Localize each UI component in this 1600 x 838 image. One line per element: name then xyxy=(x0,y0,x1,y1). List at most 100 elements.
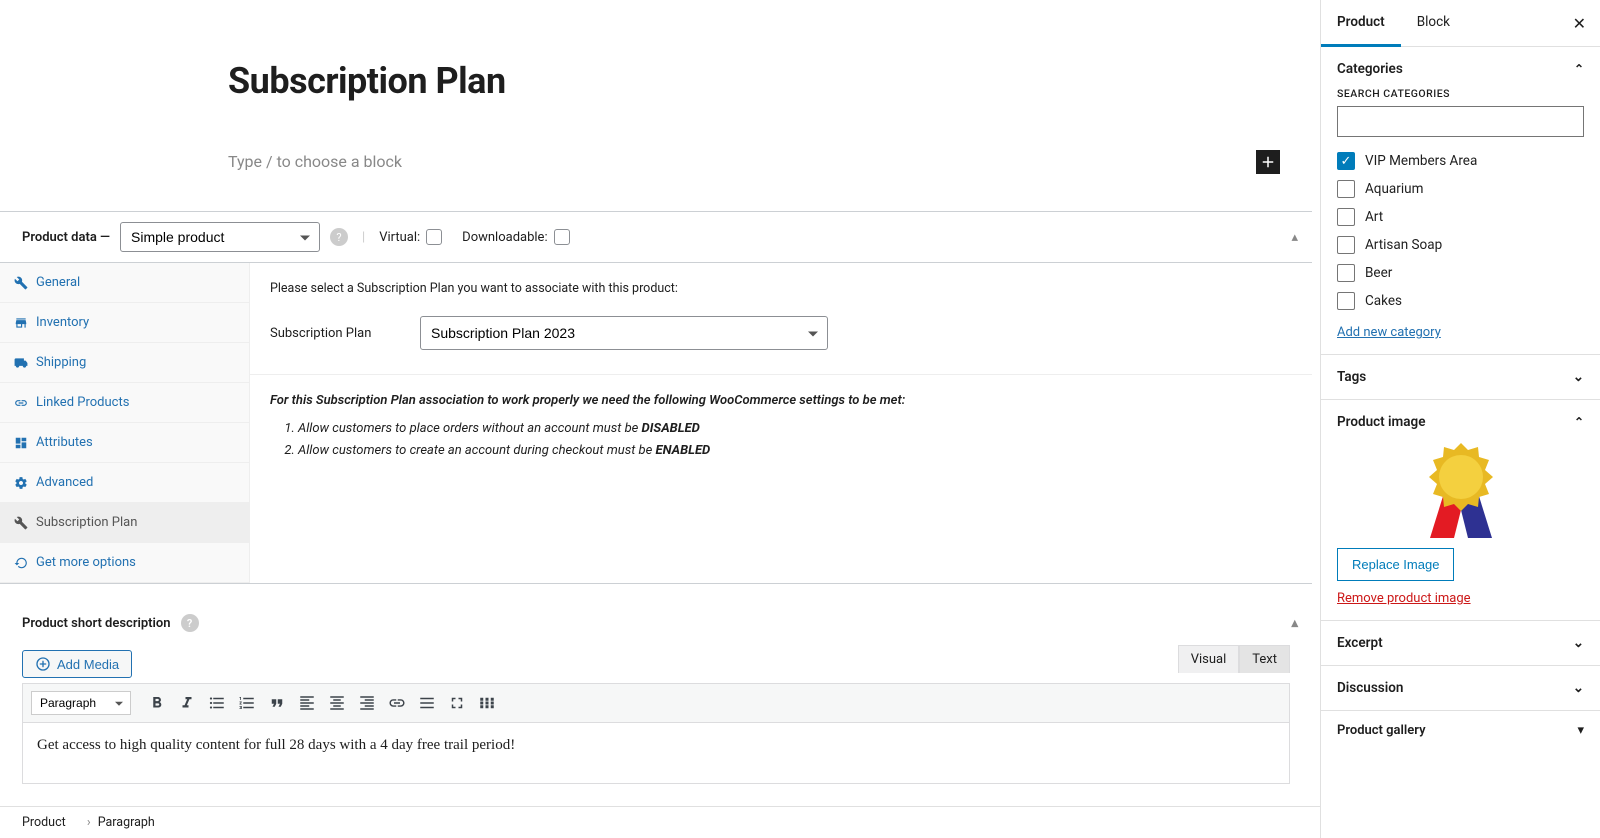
align-center-icon xyxy=(328,694,346,712)
ol-icon xyxy=(238,694,256,712)
editor-tab-visual[interactable]: Visual xyxy=(1178,645,1240,673)
editor-body[interactable]: Get access to high quality content for f… xyxy=(23,723,1289,783)
help-icon[interactable]: ? xyxy=(181,614,199,632)
tab-shipping[interactable]: Shipping xyxy=(0,343,249,383)
product-data-content: Please select a Subscription Plan you wa… xyxy=(250,263,1312,583)
link-icon xyxy=(388,694,406,712)
downloadable-checkbox[interactable] xyxy=(554,229,570,245)
bold-icon xyxy=(148,694,166,712)
kitchensink-button[interactable] xyxy=(473,689,501,717)
italic-button[interactable] xyxy=(173,689,201,717)
tab-general[interactable]: General xyxy=(0,263,249,303)
tab-get-more[interactable]: Get more options xyxy=(0,543,249,583)
settings-note-2: Allow customers to create an account dur… xyxy=(298,440,1292,462)
tab-advanced[interactable]: Advanced xyxy=(0,463,249,503)
collapse-icon[interactable]: ▴ xyxy=(1291,230,1298,245)
short-description-heading: Product short description xyxy=(22,616,171,631)
tab-linked[interactable]: Linked Products xyxy=(0,383,249,423)
tags-panel-heading[interactable]: Tags⌄ xyxy=(1321,355,1600,400)
search-categories-label: SEARCH CATEGORIES xyxy=(1337,87,1584,100)
category-item-art[interactable]: Art xyxy=(1337,203,1584,231)
discussion-panel-heading[interactable]: Discussion⌄ xyxy=(1321,666,1600,711)
chevron-up-icon: ⌃ xyxy=(1574,415,1584,429)
category-checkbox[interactable] xyxy=(1337,180,1355,198)
product-image-panel: Product image⌃ Replace Image Remove prod… xyxy=(1321,400,1600,621)
category-item-cakes[interactable]: Cakes xyxy=(1337,287,1584,315)
excerpt-panel-heading[interactable]: Excerpt⌄ xyxy=(1321,621,1600,666)
align-center-button[interactable] xyxy=(323,689,351,717)
fullscreen-button[interactable] xyxy=(443,689,471,717)
product-gallery-heading[interactable]: Product gallery▾ xyxy=(1321,711,1600,750)
chevron-down-icon: ⌄ xyxy=(1573,680,1584,696)
collapse-icon[interactable]: ▴ xyxy=(1291,616,1298,631)
block-placeholder[interactable]: Type / to choose a block xyxy=(228,152,402,171)
media-icon xyxy=(35,656,51,672)
category-checkbox[interactable] xyxy=(1337,264,1355,282)
readmore-icon xyxy=(418,694,436,712)
editor-toolbar: Paragraph xyxy=(23,684,1289,723)
product-data-panel: Product data — Simple product ? | Virtua… xyxy=(0,211,1312,584)
align-left-icon xyxy=(298,694,316,712)
add-new-category-link[interactable]: Add new category xyxy=(1337,325,1441,340)
product-data-label: Product data — xyxy=(22,230,110,245)
tab-inventory[interactable]: Inventory xyxy=(0,303,249,343)
search-categories-input[interactable] xyxy=(1337,106,1584,137)
tab-subscription-plan[interactable]: Subscription Plan xyxy=(0,503,249,543)
product-data-tabs: General Inventory Shipping Linked Produc… xyxy=(0,263,250,583)
link-button[interactable] xyxy=(383,689,411,717)
product-type-select[interactable]: Simple product xyxy=(120,222,320,252)
product-image-heading[interactable]: Product image⌃ xyxy=(1337,414,1584,430)
editor-tab-text[interactable]: Text xyxy=(1239,645,1290,673)
fullscreen-icon xyxy=(448,694,466,712)
subscription-instruction: Please select a Subscription Plan you wa… xyxy=(270,281,1292,296)
breadcrumb: Product › Paragraph xyxy=(0,806,1320,838)
align-left-button[interactable] xyxy=(293,689,321,717)
subscription-plan-select[interactable]: Subscription Plan 2023 xyxy=(420,316,828,350)
virtual-checkbox[interactable] xyxy=(426,229,442,245)
category-checkbox[interactable] xyxy=(1337,236,1355,254)
award-ribbon-icon xyxy=(1416,438,1506,538)
align-right-button[interactable] xyxy=(353,689,381,717)
plus-icon xyxy=(1259,153,1277,171)
virtual-label: Virtual: xyxy=(379,229,442,245)
short-description-panel: Product short description ? ▴ Add Media … xyxy=(0,604,1312,784)
align-right-icon xyxy=(358,694,376,712)
tab-attributes[interactable]: Attributes xyxy=(0,423,249,463)
settings-note-head: For this Subscription Plan association t… xyxy=(270,393,1292,408)
page-title[interactable]: Subscription Plan xyxy=(228,60,1320,102)
chevron-right-icon: › xyxy=(87,815,91,830)
readmore-button[interactable] xyxy=(413,689,441,717)
help-icon[interactable]: ? xyxy=(330,228,348,246)
caret-down-icon: ▾ xyxy=(1577,723,1584,738)
breadcrumb-item-product[interactable]: Product xyxy=(22,815,66,830)
chevron-up-icon: ⌃ xyxy=(1574,62,1584,76)
sidebar-tab-product[interactable]: Product xyxy=(1321,0,1401,47)
category-item-vip[interactable]: VIP Members Area xyxy=(1337,147,1584,175)
quote-button[interactable] xyxy=(263,689,291,717)
category-checkbox[interactable] xyxy=(1337,208,1355,226)
close-sidebar-button[interactable]: ✕ xyxy=(1573,14,1586,33)
sidebar-tab-block[interactable]: Block xyxy=(1401,0,1466,46)
category-item-soap[interactable]: Artisan Soap xyxy=(1337,231,1584,259)
kitchensink-icon xyxy=(478,694,496,712)
add-media-button[interactable]: Add Media xyxy=(22,650,132,678)
breadcrumb-item-paragraph[interactable]: Paragraph xyxy=(98,815,155,830)
ul-button[interactable] xyxy=(203,689,231,717)
format-select[interactable]: Paragraph xyxy=(31,691,131,715)
ol-button[interactable] xyxy=(233,689,261,717)
category-checkbox[interactable] xyxy=(1337,152,1355,170)
replace-image-button[interactable]: Replace Image xyxy=(1337,548,1454,581)
remove-image-link[interactable]: Remove product image xyxy=(1337,591,1471,606)
add-block-button[interactable] xyxy=(1256,150,1280,174)
category-item-aquarium[interactable]: Aquarium xyxy=(1337,175,1584,203)
category-item-beer[interactable]: Beer xyxy=(1337,259,1584,287)
quote-icon xyxy=(268,694,286,712)
bold-button[interactable] xyxy=(143,689,171,717)
product-image-preview[interactable] xyxy=(1337,438,1584,538)
categories-heading[interactable]: Categories⌃ xyxy=(1337,61,1584,77)
category-checkbox[interactable] xyxy=(1337,292,1355,310)
italic-icon xyxy=(178,694,196,712)
ul-icon xyxy=(208,694,226,712)
chevron-down-icon: ⌄ xyxy=(1573,369,1584,385)
subscription-plan-label: Subscription Plan xyxy=(270,326,420,341)
